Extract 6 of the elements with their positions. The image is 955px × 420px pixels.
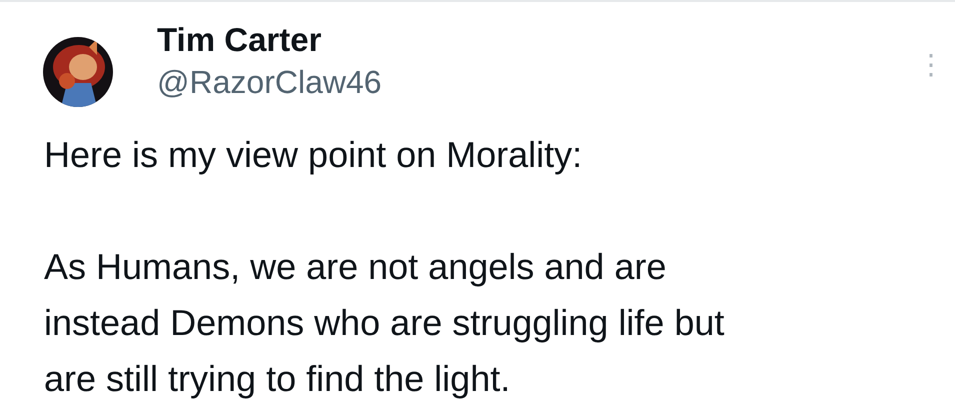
post-text: Here is my view point on Morality:	[44, 133, 584, 177]
post-text: As Humans, we are not angels and are	[44, 245, 668, 289]
user-handle[interactable]: @RazorClaw46	[157, 60, 917, 104]
post-text: instead Demons who are struggling life but	[44, 301, 726, 345]
post-text: are still trying to find the light.	[44, 357, 512, 401]
author-name[interactable]: Tim Carter	[157, 20, 917, 60]
